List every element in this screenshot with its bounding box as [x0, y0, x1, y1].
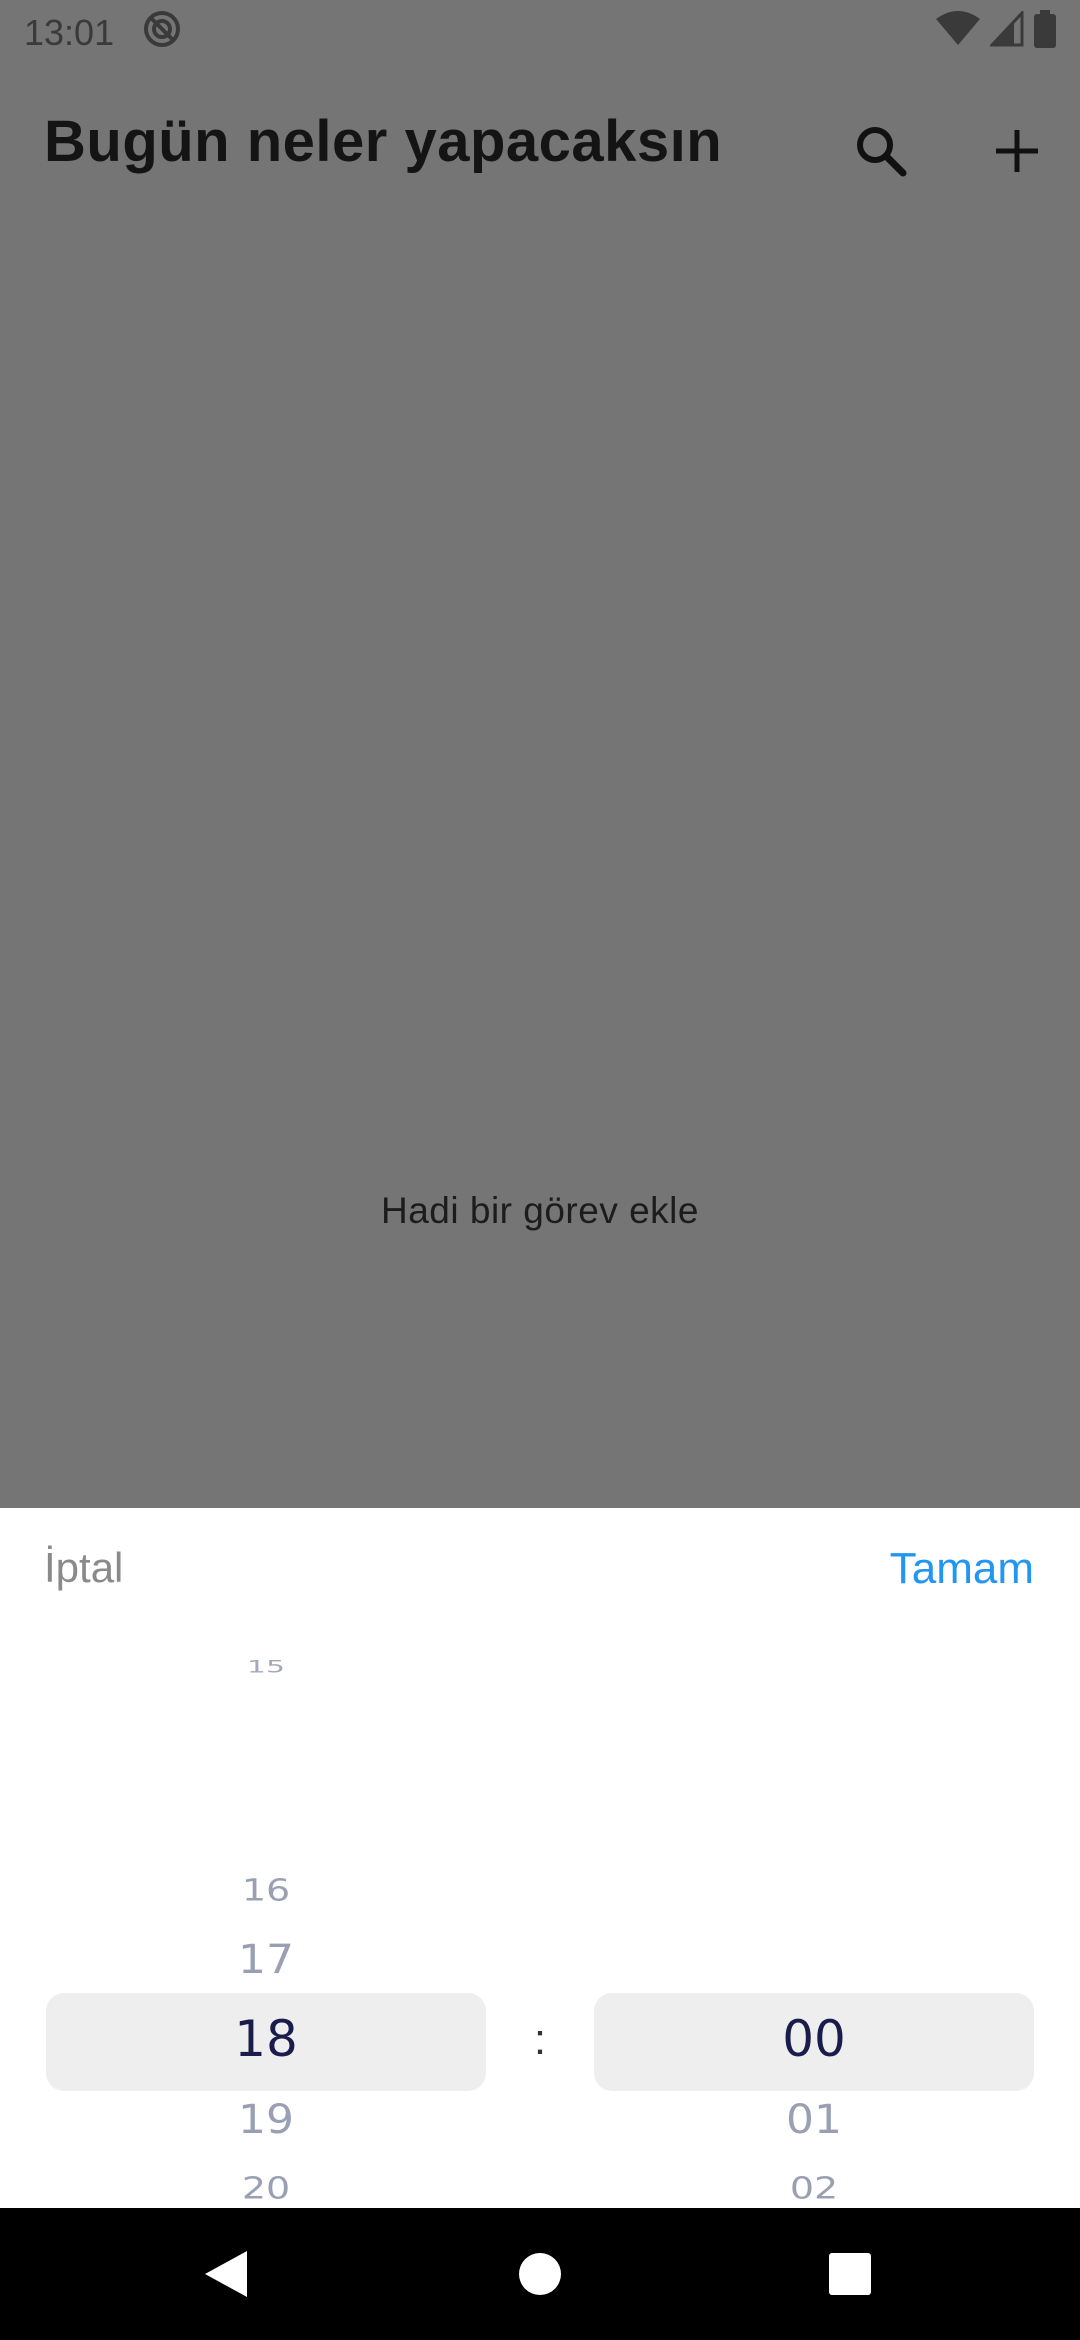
hour-selected[interactable]: 18	[46, 2010, 486, 2068]
nav-bar	[0, 2208, 1080, 2340]
screen: 13:01 Bugün neler yapacaksın Hadi bir gö…	[0, 0, 1080, 2340]
minute-selected[interactable]: 00	[594, 2010, 1034, 2068]
recents-icon	[829, 2253, 871, 2295]
search-icon	[857, 127, 907, 177]
minute-option[interactable]: 01	[594, 2096, 1034, 2143]
do-not-disturb-icon	[142, 9, 182, 58]
back-icon	[205, 2251, 247, 2297]
add-button[interactable]	[972, 106, 1062, 196]
home-icon	[519, 2253, 561, 2295]
add-icon	[996, 130, 1038, 172]
ok-button[interactable]: Tamam	[890, 1544, 1034, 1594]
hour-option[interactable]: 17	[46, 1936, 486, 1983]
minute-wheel[interactable]: 00 01 02 03	[594, 1632, 1034, 2251]
hour-option[interactable]: 16	[46, 1872, 486, 1907]
app-bar: Bugün neler yapacaksın	[0, 66, 1080, 216]
battery-icon	[1034, 9, 1056, 57]
sheet-header: İptal Tamam	[0, 1508, 1080, 1632]
recents-button[interactable]	[810, 2234, 890, 2314]
search-button[interactable]	[836, 106, 926, 196]
hour-option[interactable]: 20	[46, 2170, 486, 2205]
status-bar: 13:01	[0, 0, 1080, 66]
status-time: 13:01	[24, 12, 115, 53]
time-picker-sheet: İptal Tamam : 15 16 17 18 19 20 21 00 01…	[0, 1508, 1080, 2251]
time-separator: :	[533, 2015, 547, 2064]
time-picker: : 15 16 17 18 19 20 21 00 01 02 03	[0, 1632, 1080, 2251]
hour-option[interactable]: 19	[46, 2096, 486, 2143]
signal-icon	[988, 8, 1024, 56]
wifi-icon	[936, 10, 980, 56]
empty-state-message: Hadi bir görev ekle	[381, 1190, 699, 1231]
minute-option[interactable]: 02	[594, 2170, 1034, 2205]
page-title: Bugün neler yapacaksın	[44, 108, 723, 174]
hour-option[interactable]: 15	[46, 1658, 486, 1677]
back-button[interactable]	[186, 2234, 266, 2314]
cancel-button[interactable]: İptal	[44, 1544, 123, 1592]
hour-wheel[interactable]: 15 16 17 18 19 20 21	[46, 1632, 486, 2251]
home-button[interactable]	[500, 2234, 580, 2314]
